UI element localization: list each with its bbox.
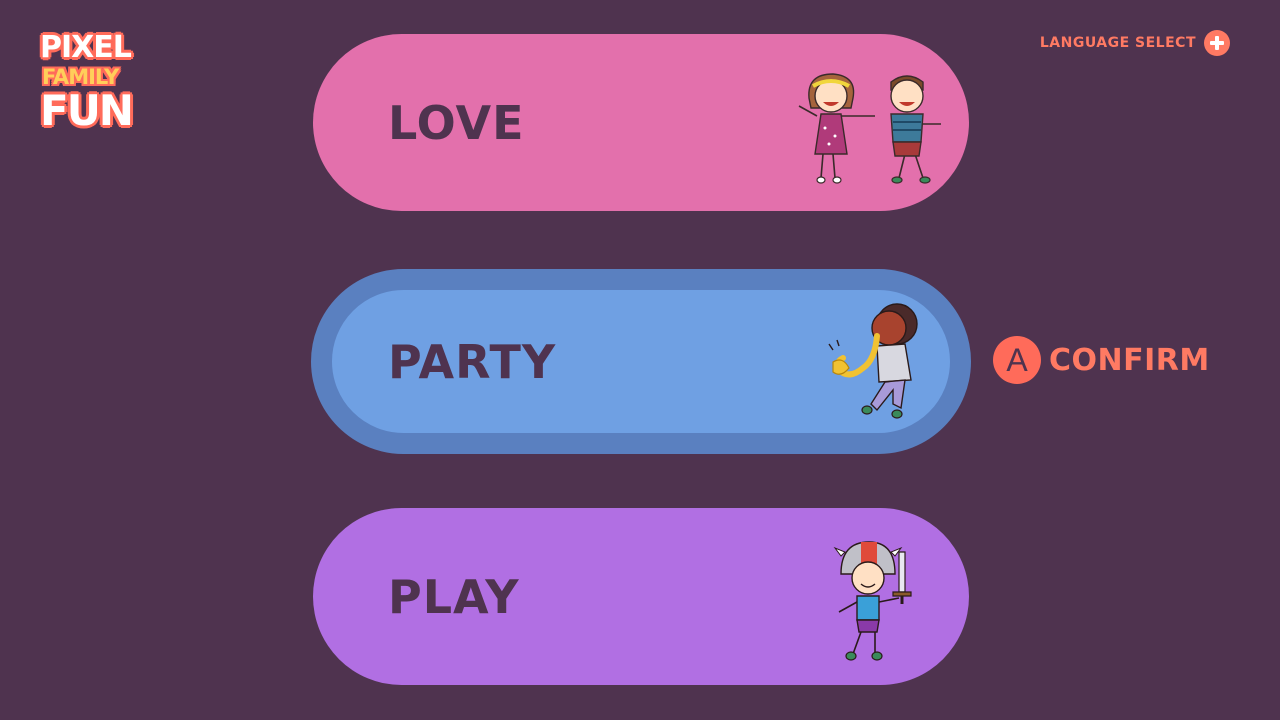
menu-item-play[interactable]: PLAY <box>313 508 969 685</box>
two-kids-holding-hands-illustration <box>798 73 941 184</box>
logo-line-fun: FUN <box>40 86 134 135</box>
menu-item-label: PARTY <box>388 334 557 389</box>
language-select-button[interactable]: LANGUAGE SELECT <box>1040 30 1230 56</box>
a-button-icon[interactable]: A <box>993 336 1041 384</box>
menu-item-love[interactable]: LOVE <box>313 34 969 211</box>
confirm-prompt[interactable]: A CONFIRM <box>993 335 1210 385</box>
game-logo: PIXEL FAMILY FUN <box>36 30 156 140</box>
kid-playing-saxophone-illustration <box>828 303 918 419</box>
confirm-label: CONFIRM <box>1049 342 1210 378</box>
menu-item-label: LOVE <box>388 95 525 150</box>
menu-item-party[interactable]: PARTY <box>311 269 971 454</box>
menu-item-label: PLAY <box>388 569 520 624</box>
language-select-label: LANGUAGE SELECT <box>1039 35 1196 51</box>
logo-line-pixel: PIXEL <box>40 30 132 65</box>
plus-icon[interactable] <box>1204 30 1230 56</box>
kid-knight-with-sword-illustration <box>833 541 912 661</box>
